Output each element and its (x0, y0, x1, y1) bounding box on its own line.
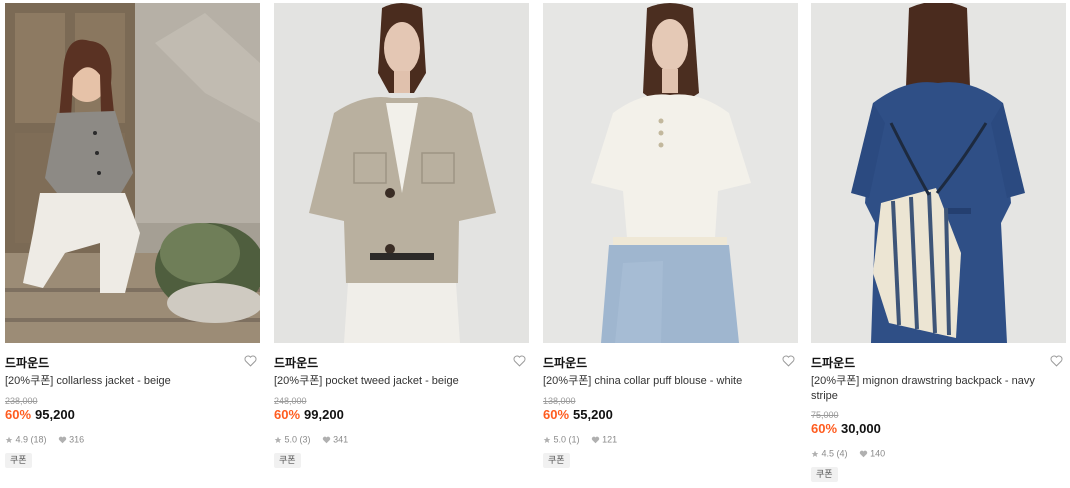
discount-rate: 60% (274, 407, 301, 422)
product-card[interactable]: 드파운드 [20%쿠폰] china collar puff blouse - … (543, 3, 798, 485)
product-stats: 5.0 (3) 341 (274, 433, 348, 445)
discount-rate: 60% (811, 421, 838, 436)
product-card[interactable]: 드파운드 [20%쿠폰] collarless jacket - beige 2… (5, 3, 260, 485)
heart-icon[interactable] (782, 355, 795, 367)
heart-icon[interactable] (513, 355, 526, 367)
product-image[interactable] (543, 3, 798, 343)
heart-filled-icon (859, 450, 867, 457)
sale-price: 55,200 (573, 407, 613, 422)
rating: 4.5 (821, 448, 835, 459)
brand-name[interactable]: 드파운드 (5, 356, 49, 370)
brand-name[interactable]: 드파운드 (543, 356, 587, 370)
like-count: 140 (870, 448, 886, 459)
heart-filled-icon (591, 436, 599, 443)
star-icon (5, 436, 13, 443)
product-stats: 4.5 (4) 140 (811, 447, 885, 459)
rating: 4.9 (15, 434, 29, 445)
product-card[interactable]: 드파운드 [20%쿠폰] mignon drawstring backpack … (811, 3, 1066, 485)
discount-rate: 60% (543, 407, 570, 422)
product-name[interactable]: [20%쿠폰] pocket tweed jacket - beige (274, 374, 514, 389)
sale-price: 99,200 (304, 407, 344, 422)
price-row: 60% 55,200 (543, 406, 613, 424)
product-stats: 5.0 (1) 121 (543, 433, 617, 445)
price-row: 60% 30,000 (811, 420, 881, 438)
product-name[interactable]: [20%쿠폰] collarless jacket - beige (5, 374, 245, 389)
coupon-badge: 쿠폰 (5, 453, 32, 468)
heart-icon[interactable] (1050, 355, 1063, 367)
price-row: 60% 99,200 (274, 406, 344, 424)
star-icon (811, 450, 819, 457)
review-count: (4) (836, 448, 848, 459)
star-icon (274, 436, 282, 443)
product-grid: 드파운드 [20%쿠폰] collarless jacket - beige 2… (5, 3, 1067, 485)
heart-filled-icon (58, 436, 66, 443)
like-count: 341 (333, 434, 349, 445)
coupon-badge: 쿠폰 (274, 453, 301, 468)
rating: 5.0 (284, 434, 298, 445)
product-image[interactable] (811, 3, 1066, 343)
brand-name[interactable]: 드파운드 (274, 356, 318, 370)
product-card[interactable]: 드파운드 [20%쿠폰] pocket tweed jacket - beige… (274, 3, 529, 485)
product-stats: 4.9 (18) 316 (5, 433, 84, 445)
sale-price: 95,200 (35, 407, 75, 422)
review-count: (18) (30, 434, 47, 445)
brand-name[interactable]: 드파운드 (811, 356, 855, 370)
coupon-badge: 쿠폰 (543, 453, 570, 468)
like-count: 121 (602, 434, 618, 445)
review-count: (1) (568, 434, 580, 445)
discount-rate: 60% (5, 407, 32, 422)
like-count: 316 (69, 434, 85, 445)
rating: 5.0 (553, 434, 567, 445)
product-image[interactable] (274, 3, 529, 343)
coupon-badge: 쿠폰 (811, 467, 838, 482)
price-row: 60% 95,200 (5, 406, 75, 424)
sale-price: 30,000 (841, 421, 881, 436)
product-image[interactable] (5, 3, 260, 343)
star-icon (543, 436, 551, 443)
heart-filled-icon (322, 436, 330, 443)
product-name[interactable]: [20%쿠폰] china collar puff blouse - white (543, 374, 783, 389)
heart-icon[interactable] (244, 355, 257, 367)
review-count: (3) (299, 434, 311, 445)
product-name[interactable]: [20%쿠폰] mignon drawstring backpack - nav… (811, 374, 1051, 404)
